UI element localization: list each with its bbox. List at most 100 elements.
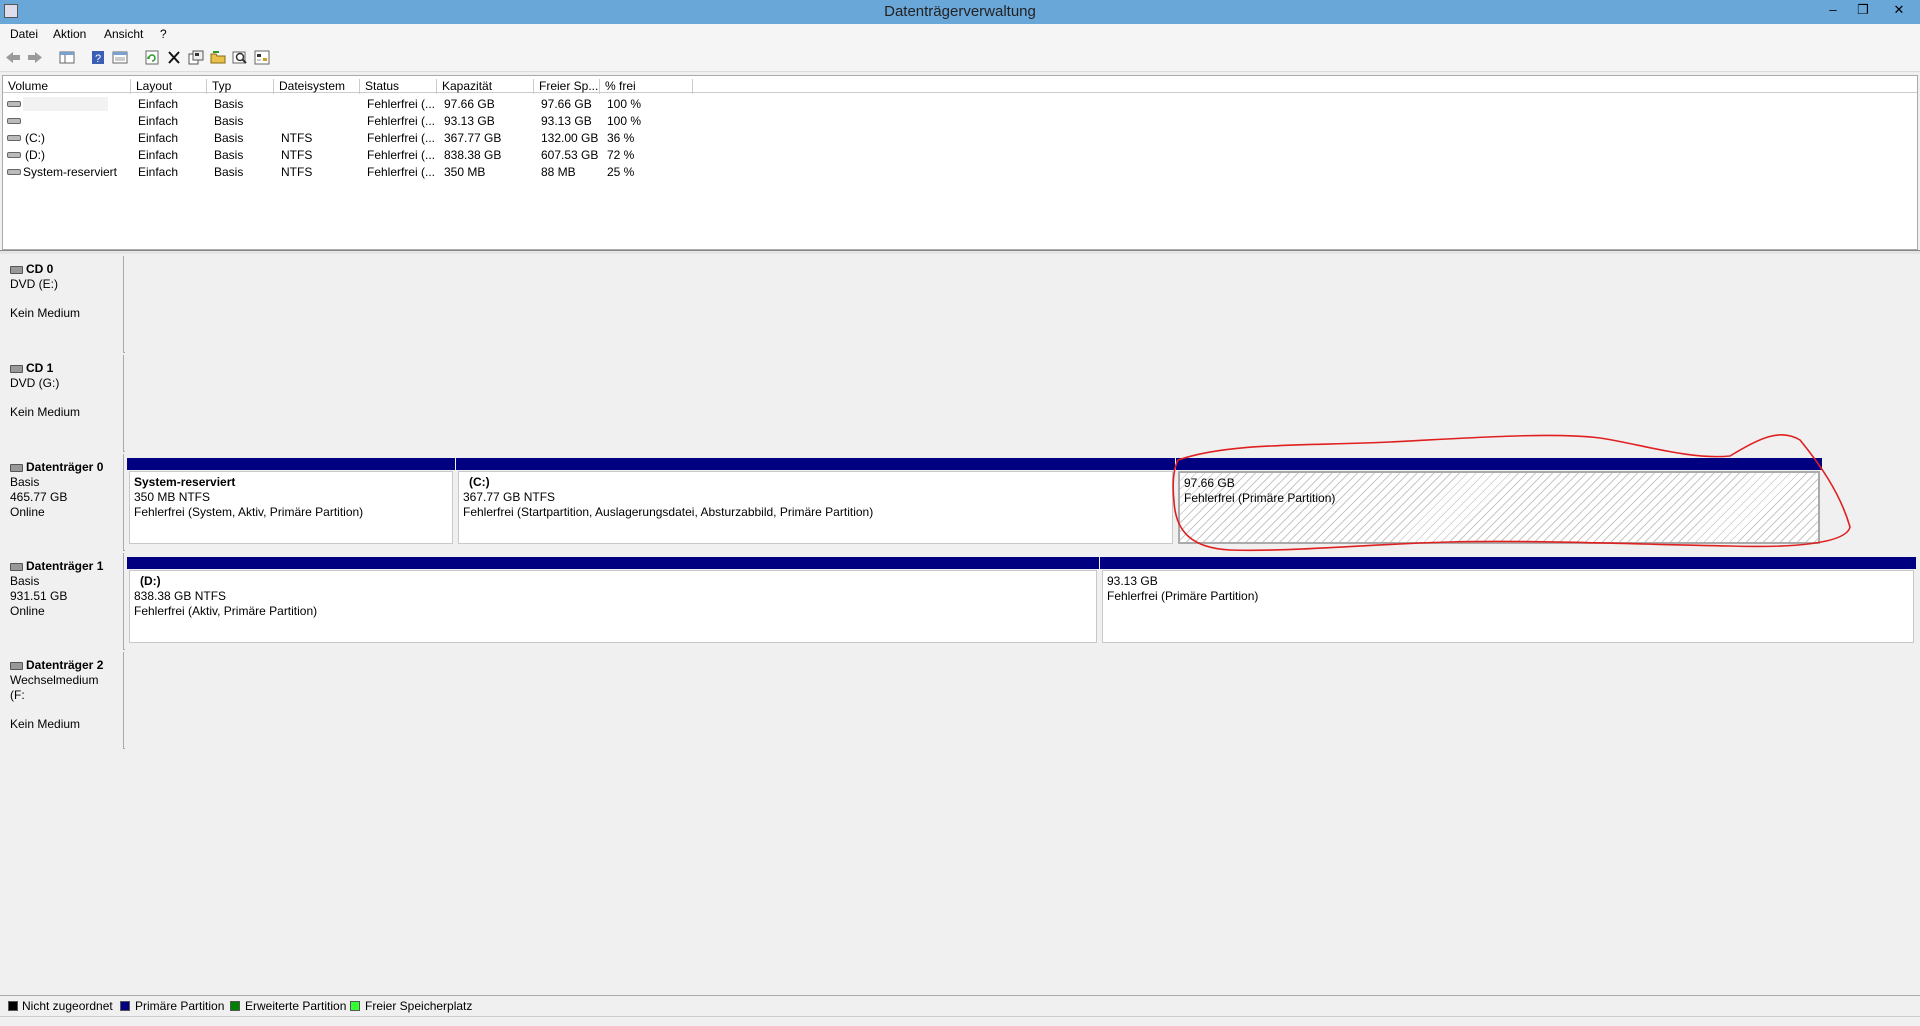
partition-status: Fehlerfrei (Primäre Partition) <box>1107 589 1259 603</box>
disk-status: Kein Medium <box>10 405 81 419</box>
cell-status: Fehlerfrei (... <box>367 97 436 111</box>
cell-volume: (D:) <box>25 148 45 162</box>
menu-datei[interactable]: Datei <box>10 27 38 41</box>
legend-label: Primäre Partition <box>135 999 225 1013</box>
close-button[interactable]: ✕ <box>1878 0 1920 22</box>
disk-area-empty <box>125 256 1918 353</box>
search-icon[interactable] <box>231 49 249 66</box>
refresh-icon[interactable] <box>143 49 161 66</box>
partition-d[interactable]: (D:) 838.38 GB NTFS Fehlerfrei (Aktiv, P… <box>127 557 1099 645</box>
console-tree-icon[interactable] <box>58 49 76 66</box>
svg-text:?: ? <box>95 53 101 65</box>
legend-swatch-primary <box>120 1001 130 1011</box>
partition-size: 350 MB NTFS <box>134 490 211 504</box>
col-prozent-frei[interactable]: % frei <box>600 79 693 94</box>
cell-status: Fehlerfrei (... <box>367 114 436 128</box>
help-icon[interactable]: ? <box>89 49 107 66</box>
partition-status: Fehlerfrei (Primäre Partition) <box>1184 491 1336 505</box>
properties-view-icon[interactable] <box>111 49 129 66</box>
window-title: Datenträgerverwaltung <box>884 3 1036 20</box>
cell-typ: Basis <box>214 114 244 128</box>
disk-name: Datenträger 0 <box>26 460 104 474</box>
col-volume[interactable]: Volume <box>3 79 131 94</box>
volume-row[interactable]: (D:) Einfach Basis NTFS Fehlerfrei (... … <box>3 147 1917 164</box>
volume-row[interactable]: Einfach Basis Fehlerfrei (... 97.66 GB 9… <box>3 96 1917 113</box>
disk-size: 931.51 GB <box>10 589 68 603</box>
pane-splitter[interactable] <box>0 250 1920 254</box>
disk-name: Datenträger 2 <box>26 658 104 672</box>
forward-arrow-icon[interactable] <box>26 49 44 66</box>
col-layout[interactable]: Layout <box>131 79 207 94</box>
disk-label[interactable]: Datenträger 2 Wechselmedium (F: Kein Med… <box>2 652 124 749</box>
cell-layout: Einfach <box>138 165 179 179</box>
back-arrow-icon[interactable] <box>4 49 22 66</box>
cell-fs: NTFS <box>281 148 313 162</box>
col-status[interactable]: Status <box>360 79 437 94</box>
cell-status: Fehlerfrei (... <box>367 131 436 145</box>
drive-icon <box>7 169 21 175</box>
cell-typ: Basis <box>214 97 244 111</box>
disk-row-disk2[interactable]: Datenträger 2 Wechselmedium (F: Kein Med… <box>2 652 1918 749</box>
partition-system-reserved[interactable]: System-reserviert 350 MB NTFS Fehlerfrei… <box>127 458 455 546</box>
legend-swatch-extended <box>230 1001 240 1011</box>
disk-label[interactable]: Datenträger 0 Basis 465.77 GB Online <box>2 454 124 551</box>
disk-type: Basis <box>10 574 40 588</box>
cell-free: 132.00 GB <box>541 131 599 145</box>
menu-bar: Datei Aktion Ansicht ? <box>0 24 1920 44</box>
drive-icon <box>7 101 21 107</box>
menu-aktion[interactable]: Aktion <box>53 27 86 41</box>
disk-size: 465.77 GB <box>10 490 68 504</box>
partition-unnamed-selected[interactable]: 97.66 GB Fehlerfrei (Primäre Partition) <box>1176 458 1822 546</box>
partition-unnamed[interactable]: 93.13 GB Fehlerfrei (Primäre Partition) <box>1100 557 1916 645</box>
cell-capacity: 350 MB <box>444 165 486 179</box>
volume-list[interactable]: Volume Layout Typ Dateisystem Status Kap… <box>2 75 1918 250</box>
disk-row-cd1[interactable]: CD 1 DVD (G:) Kein Medium <box>2 355 1918 452</box>
drive-icon <box>7 118 21 124</box>
cell-percent-free: 72 % <box>607 148 635 162</box>
menu-help[interactable]: ? <box>160 27 167 41</box>
disk-label[interactable]: CD 0 DVD (E:) Kein Medium <box>2 256 124 353</box>
disk-label[interactable]: CD 1 DVD (G:) Kein Medium <box>2 355 124 452</box>
cell-fs: NTFS <box>281 131 313 145</box>
delete-icon[interactable] <box>165 49 183 66</box>
cell-volume: (C:) <box>25 131 45 145</box>
disk-label[interactable]: Datenträger 1 Basis 931.51 GB Online <box>2 553 124 650</box>
col-dateisystem[interactable]: Dateisystem <box>274 79 360 94</box>
cell-status: Fehlerfrei (... <box>367 148 436 162</box>
partition-c[interactable]: (C:) 367.77 GB NTFS Fehlerfrei (Startpar… <box>456 458 1175 546</box>
title-bar: Datenträgerverwaltung – ❐ ✕ <box>0 0 1920 24</box>
maximize-button[interactable]: ❐ <box>1848 0 1878 22</box>
legend-label: Erweiterte Partition <box>245 999 347 1013</box>
hard-disk-icon <box>10 563 23 571</box>
toolbar: ? <box>0 44 1920 72</box>
col-kapazitaet[interactable]: Kapazität <box>437 79 534 94</box>
partition-name: (D:) <box>140 574 161 588</box>
volume-row[interactable]: Einfach Basis Fehlerfrei (... 93.13 GB 9… <box>3 113 1917 130</box>
col-typ[interactable]: Typ <box>207 79 274 94</box>
legend-label: Nicht zugeordnet <box>22 999 113 1013</box>
col-freier-speicher[interactable]: Freier Sp... <box>534 79 600 94</box>
cell-volume: System-reserviert <box>23 165 118 179</box>
drive-icon <box>7 152 21 158</box>
disk-row-cd0[interactable]: CD 0 DVD (E:) Kein Medium <box>2 256 1918 353</box>
disk-name: CD 0 <box>26 262 54 276</box>
cell-free: 97.66 GB <box>541 97 592 111</box>
minimize-button[interactable]: – <box>1818 0 1848 22</box>
disk-type: DVD (G:) <box>10 376 60 390</box>
disk-row-disk0[interactable]: Datenträger 0 Basis 465.77 GB Online Sys… <box>2 454 1918 551</box>
cell-free: 93.13 GB <box>541 114 592 128</box>
cell-status: Fehlerfrei (... <box>367 165 436 179</box>
settings-icon[interactable] <box>253 49 271 66</box>
volume-row[interactable]: System-reserviert Einfach Basis NTFS Feh… <box>3 164 1917 181</box>
cell-capacity: 838.38 GB <box>444 148 502 162</box>
properties-icon[interactable] <box>187 49 205 66</box>
cell-typ: Basis <box>214 148 244 162</box>
cell-fs: NTFS <box>281 165 313 179</box>
menu-ansicht[interactable]: Ansicht <box>104 27 143 41</box>
cell-percent-free: 25 % <box>607 165 635 179</box>
volume-row[interactable]: (C:) Einfach Basis NTFS Fehlerfrei (... … <box>3 130 1917 147</box>
partition-type-bar <box>127 557 1099 569</box>
disk-row-disk1[interactable]: Datenträger 1 Basis 931.51 GB Online (D:… <box>2 553 1918 650</box>
open-folder-icon[interactable] <box>209 49 227 66</box>
cell-capacity: 93.13 GB <box>444 114 495 128</box>
